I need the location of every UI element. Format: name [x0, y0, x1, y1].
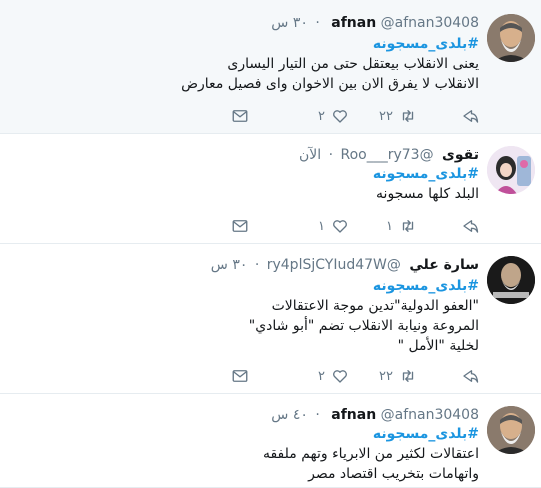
tweet-line: يعنى الانقلاب بيعتقل حتى من التيار اليسا… — [227, 56, 479, 72]
user-handle[interactable]: @Roo___ry73 — [341, 147, 434, 163]
tweet-text: #بلدى_مسجونه اعتقالات لكثير من الابرياء … — [263, 424, 479, 484]
profile-photo-icon — [487, 146, 535, 194]
timestamp[interactable]: ٣٠ س — [271, 15, 308, 31]
tweet-header: afnan @afnan30408 · ٤٠ س — [271, 406, 479, 424]
tweet-line: البلد كلها مسجونه — [376, 186, 479, 202]
user-handle[interactable]: @afnan30408 — [381, 15, 479, 31]
reply-button[interactable] — [461, 216, 479, 236]
retweet-button[interactable]: ٢٢ — [379, 366, 417, 386]
timestamp[interactable]: ٤٠ س — [271, 407, 308, 423]
tweet-line: المروعة ونيابة الانقلاب تضم "أبو شادي" — [248, 318, 479, 334]
tweet-header: afnan @afnan30408 · ٣٠ س — [271, 14, 479, 32]
display-name[interactable]: سارة علي — [409, 257, 479, 273]
display-name[interactable]: تقوى — [442, 147, 479, 163]
separator: · — [328, 147, 334, 163]
tweet[interactable]: afnan @afnan30408 · ٣٠ س #بلدى_مسجونه يع… — [0, 0, 541, 134]
separator: · — [315, 407, 320, 423]
tweet-line: الانقلاب لا يفرق الان بين الاخوان واى فص… — [181, 76, 479, 92]
like-count: ١ — [318, 218, 325, 234]
like-button[interactable]: ٢ — [318, 106, 349, 126]
avatar[interactable] — [487, 146, 535, 194]
display-name[interactable]: afnan — [331, 15, 376, 31]
profile-photo-icon — [487, 406, 535, 454]
avatar[interactable] — [487, 406, 535, 454]
tweet[interactable]: تقوى @Roo___ry73 · الآن #بلدى_مسجونه الب… — [0, 134, 541, 244]
tweet-header: سارة علي @ry4plSjCYIud47W · ٣٠ س — [211, 256, 479, 274]
direct-message-button[interactable] — [231, 106, 249, 126]
envelope-icon — [232, 220, 248, 232]
reply-icon — [463, 110, 479, 123]
direct-message-button[interactable] — [231, 216, 249, 236]
direct-message-button[interactable] — [231, 366, 249, 386]
like-count: ٢ — [318, 108, 325, 124]
timestamp[interactable]: ٣٠ س — [211, 257, 248, 273]
envelope-icon — [232, 370, 248, 382]
tweet-header: تقوى @Roo___ry73 · الآن — [299, 146, 479, 164]
separator: · — [254, 257, 260, 273]
hashtag-link[interactable]: #بلدى_مسجونه — [249, 276, 479, 296]
hashtag-link[interactable]: #بلدى_مسجونه — [373, 164, 479, 184]
retweet-count: ٢٢ — [379, 108, 393, 124]
profile-photo-icon — [487, 14, 535, 62]
avatar[interactable] — [487, 256, 535, 304]
retweet-icon — [402, 110, 414, 122]
retweet-icon — [402, 370, 414, 382]
like-button[interactable]: ١ — [318, 216, 349, 236]
reply-button[interactable] — [461, 366, 479, 386]
tweet[interactable]: afnan @afnan30408 · ٤٠ س #بلدى_مسجونه اع… — [0, 394, 541, 488]
tweet[interactable]: سارة علي @ry4plSjCYIud47W · ٣٠ س #بلدى_م… — [0, 244, 541, 394]
tweet-line: "العفو الدولية"تدين موجة الاعتقالات — [271, 298, 479, 314]
tweet-text: #بلدى_مسجونه يعنى الانقلاب بيعتقل حتى من… — [181, 34, 479, 94]
retweet-button[interactable]: ١ — [386, 216, 417, 236]
reply-icon — [463, 370, 479, 383]
envelope-icon — [232, 110, 248, 122]
tweet-text: #بلدى_مسجونه البلد كلها مسجونه — [373, 164, 479, 204]
tweet-actions: ١ ١ — [232, 216, 479, 236]
avatar[interactable] — [487, 14, 535, 62]
reply-button[interactable] — [461, 106, 479, 126]
like-count: ٢ — [318, 368, 325, 384]
hashtag-link[interactable]: #بلدى_مسجونه — [263, 424, 479, 444]
hashtag-link[interactable]: #بلدى_مسجونه — [181, 34, 479, 54]
retweet-icon — [402, 220, 414, 232]
heart-icon — [333, 220, 347, 233]
timestamp[interactable]: الآن — [299, 147, 321, 163]
tweet-actions: ٢٢ ٢ — [232, 366, 479, 386]
retweet-count: ١ — [386, 218, 393, 234]
retweet-count: ٢٢ — [379, 368, 393, 384]
user-handle[interactable]: @ry4plSjCYIud47W — [267, 257, 401, 273]
separator: · — [315, 15, 320, 31]
heart-icon — [333, 370, 347, 383]
reply-icon — [463, 220, 479, 233]
retweet-button[interactable]: ٢٢ — [379, 106, 417, 126]
like-button[interactable]: ٢ — [318, 366, 349, 386]
tweet-text: #بلدى_مسجونه "العفو الدولية"تدين موجة ال… — [249, 276, 479, 356]
tweet-line: واتهامات بتخريب اقتصاد مصر — [308, 466, 479, 482]
tweet-line: لخلية "الأمل " — [397, 338, 479, 354]
heart-icon — [333, 110, 347, 123]
user-handle[interactable]: @afnan30408 — [381, 407, 479, 423]
display-name[interactable]: afnan — [331, 407, 376, 423]
tweet-actions: ٢٢ ٢ — [232, 106, 479, 126]
profile-photo-icon — [487, 256, 535, 304]
tweet-feed: afnan @afnan30408 · ٣٠ س #بلدى_مسجونه يع… — [0, 0, 541, 488]
tweet-line: اعتقالات لكثير من الابرياء وتهم ملفقه — [262, 446, 479, 462]
